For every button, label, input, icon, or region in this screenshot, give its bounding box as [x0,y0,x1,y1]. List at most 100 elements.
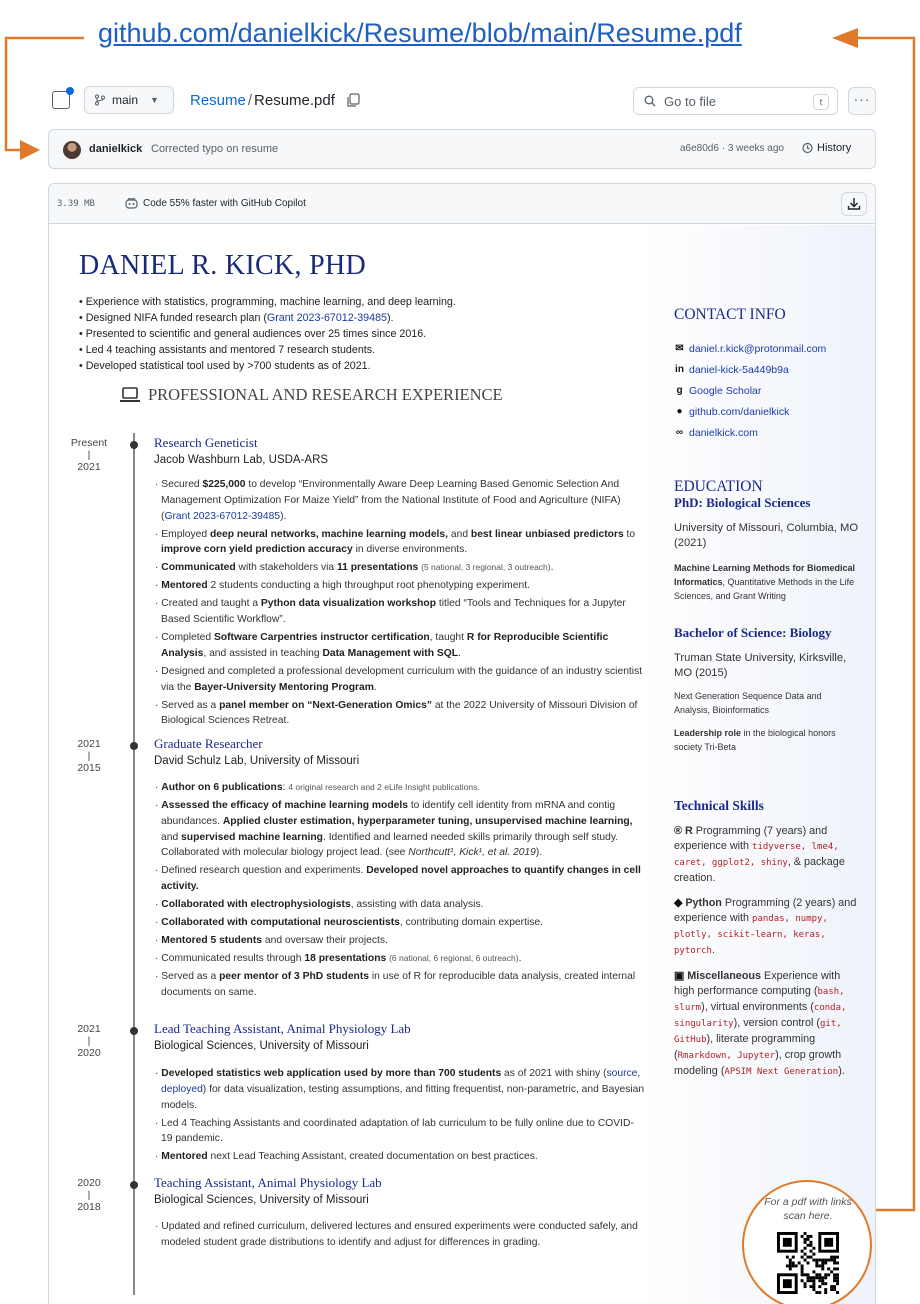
skills-section: Technical Skills ® R Programming (7 year… [674,798,859,1080]
job-bullet: · Served as a peer mentor of 3 PhD stude… [155,971,636,998]
timeline-dot [130,742,138,750]
job-org: Biological Sciences, University of Misso… [154,1194,369,1206]
history-button[interactable]: History [801,142,851,154]
copilot-icon [125,198,138,209]
job-bullet: · Mentored 2 students conducting a high … [155,580,530,592]
date-divider: | [87,449,91,461]
job-bullet: · Collaborated with computational neuros… [155,917,543,929]
contact-link[interactable]: ∞ danielkick.com [674,422,859,443]
contact-heading: CONTACT INFO [674,306,786,323]
contact-link[interactable]: ✉ daniel.r.kick@protonmail.com [674,338,859,359]
r-logo-icon: ® [674,825,682,837]
summary-item: • Experience with statistics, programmin… [79,296,456,308]
summary-item: • Presented to scientific and general au… [79,328,427,341]
file-size: 3.39 MB [57,199,95,209]
job-bullet: · Mentored next Lead Teaching Assistant,… [155,1151,538,1163]
job-title: Research Geneticist [154,435,258,450]
contact-text: danielkick.com [689,426,758,439]
bs-school: Truman State University, Kirksville, MO … [674,652,847,679]
summary-item: • Developed statistical tool used by >70… [79,360,371,373]
timeline-line [133,433,135,1295]
contact-link[interactable]: g Google Scholar [674,380,859,401]
skill-r: ® R Programming (7 years) and experience… [674,824,859,886]
chevron-down-icon: ▼ [150,95,159,105]
branch-selector-button[interactable]: main ▼ [84,86,174,114]
job-date-from: Present [70,437,108,449]
terminal-icon: ▣ [674,970,685,982]
file-toolbar: main ▼ Resume / Resume.pdf Go to file t ··… [48,84,876,118]
job-bullet: · Communicated results through 18 presen… [155,953,522,965]
phd-title: PhD: Biological Sciences [674,495,811,510]
python-logo-icon: ◆ [674,897,683,909]
viewer-header: 3.39 MB Code 55% faster with GitHub Copi… [49,184,875,224]
history-icon [802,142,813,154]
job-dates: Present | 2021 [59,436,119,474]
job-date-to: 2021 [77,461,101,473]
contact-link[interactable]: ● github.com/danielkick [674,401,859,422]
job-bullet: · Communicated with stakeholders via 11 … [155,562,554,574]
resume-page: DANIEL R. KICK, PHD • Experience with st… [49,225,875,1304]
laptop-icon [120,387,140,402]
search-icon [644,95,656,107]
phd-note: Machine Learning Methods for Biomedical … [674,563,856,601]
more-options-button[interactable]: ··· [848,87,876,115]
go-to-file-input[interactable]: Go to file t [633,87,838,115]
job-date-to: 2015 [77,762,101,774]
breadcrumb-file: Resume.pdf [254,92,335,109]
contact-link[interactable]: in daniel-kick-5a449b9a [674,359,859,380]
qr-code-image[interactable] [777,1232,839,1294]
contact-text: Google Scholar [689,384,762,397]
summary-item: • Designed NIFA funded research plan (Gr… [79,312,394,325]
grant-link[interactable]: Grant 2023-67012-39485 [267,312,387,324]
history-label: History [817,142,852,154]
summary-item: • Led 4 teaching assistants and mentored… [79,344,376,357]
timeline-dot [130,441,138,449]
job-bullet: · Developed statistics web application u… [155,1068,645,1111]
commit-author-link[interactable]: danielkick [89,143,142,155]
job-bullet: · Served as a panel member on “Next-Gene… [155,699,638,727]
contact-text: daniel.r.kick@protonmail.com [689,342,827,355]
job-bullet: · Assessed the efficacy of machine learn… [155,799,633,859]
copy-path-icon[interactable] [346,93,360,108]
download-button[interactable] [841,192,867,216]
link-icon: ∞ [675,427,684,438]
job-date-from: 2020 [77,1177,101,1189]
skill-misc-text: Miscellaneous Experience with high perfo… [674,970,847,1077]
commit-hash-time[interactable]: a6e80d6 · 3 weeks ago [680,143,784,154]
download-icon [847,198,861,210]
email-icon: ✉ [675,343,684,354]
education-section: EDUCATION PhD: Biological Sciences Unive… [674,478,859,754]
qr-code-callout: For a pdf with links scan here. [742,1180,872,1304]
job-bullet: · Author on 6 publications: 4 original r… [155,782,480,793]
avatar[interactable] [63,141,81,159]
sidebar-toggle-icon[interactable] [52,87,74,109]
copilot-promo-link[interactable]: Code 55% faster with GitHub Copilot [125,197,306,209]
job-org: Jacob Washburn Lab, USDA-ARS [154,454,329,466]
breadcrumb-repo-link[interactable]: Resume [190,92,246,109]
job-date-from: 2021 [77,1023,101,1035]
job-dates: 2021 | 2015 [59,737,119,775]
contact-section: CONTACT INFO ✉ daniel.r.kick@protonmail.c… [674,306,859,443]
skill-r-text: R Programming (7 years) and experience w… [674,825,845,884]
bs-note-2: Leadership role in the biological honors… [674,728,836,752]
job-org: David Schulz Lab, University of Missouri [154,755,360,767]
skill-python: ◆ Python Programming (2 years) and exper… [674,896,859,959]
job-org: Biological Sciences, University of Misso… [154,1040,369,1052]
job-dates: 2021 | 2020 [59,1022,119,1060]
commit-message-link[interactable]: Corrected typo on resume [151,143,278,155]
job-bullet: · Employed deep neural networks, machine… [155,528,636,556]
job-bullet: · Collaborated with electrophysiologists… [155,899,484,911]
pdf-url-link[interactable]: github.com/danielkick/Resume/blob/main/R… [98,18,742,49]
job-title: Graduate Researcher [154,736,263,751]
job-bullet: · Led 4 Teaching Assistants and coordina… [155,1117,634,1145]
go-to-file-placeholder: Go to file [664,93,717,109]
job-dates: 2020 | 2018 [59,1176,119,1214]
git-branch-icon [95,94,105,106]
pdf-viewer: 3.39 MB Code 55% faster with GitHub Copi… [48,183,876,1304]
job-bullet: · Created and taught a Python data visua… [155,598,626,626]
latest-commit-bar: danielkick Corrected typo on resume a6e8… [48,129,876,169]
contact-text: daniel-kick-5a449b9a [689,363,789,376]
timeline-dot [130,1181,138,1189]
skill-python-text: Python Programming (2 years) and experie… [674,897,857,956]
job-bullet: · Secured $225,000 to develop “Environme… [155,479,621,522]
